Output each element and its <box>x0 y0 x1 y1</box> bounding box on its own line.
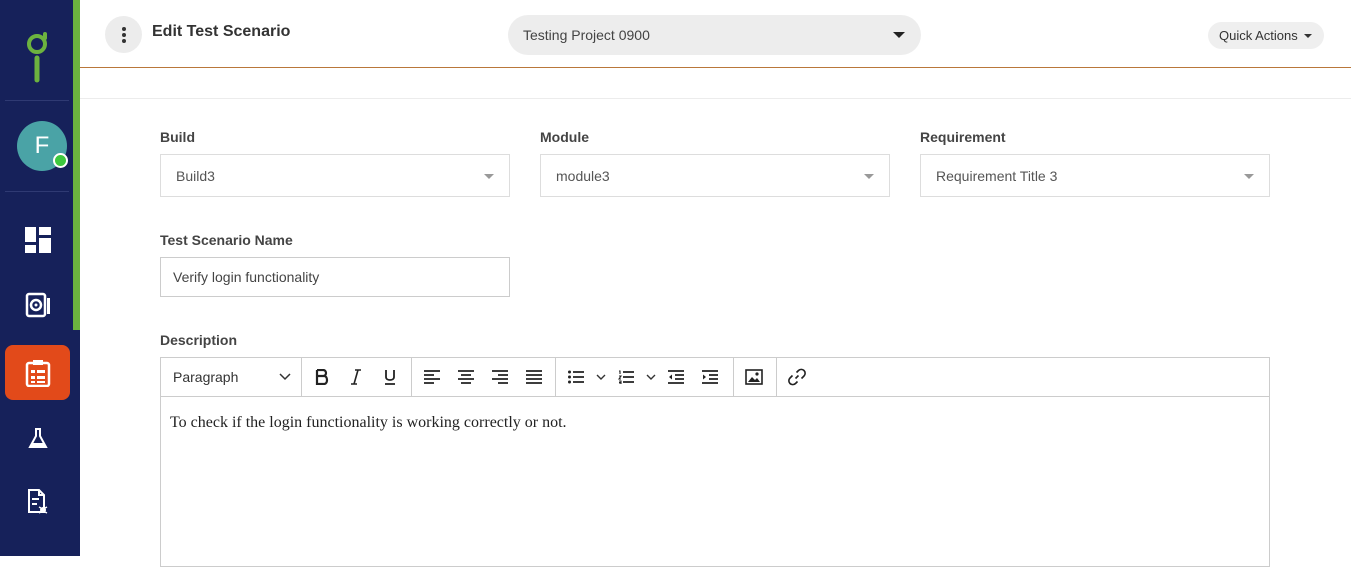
dashboard-icon <box>24 226 51 253</box>
kebab-menu-icon <box>121 26 126 43</box>
increase-indent-button[interactable] <box>693 358 727 396</box>
quick-actions-label: Quick Actions <box>1219 28 1298 43</box>
bulleted-list-icon <box>568 370 584 384</box>
build-select-value: Build3 <box>176 168 215 184</box>
module-select-value: module3 <box>556 168 610 184</box>
chevron-down-icon <box>596 374 606 380</box>
nav-test-scenarios[interactable] <box>5 345 70 400</box>
nav-test-settings[interactable] <box>5 277 70 332</box>
insert-link-button[interactable] <box>780 358 814 396</box>
chevron-down-icon <box>646 374 656 380</box>
description-content[interactable]: To check if the login functionality is w… <box>170 414 567 432</box>
caret-down-icon <box>893 32 905 38</box>
requirement-select[interactable]: Requirement Title 3 <box>920 154 1270 197</box>
section-divider <box>80 98 1351 99</box>
align-left-icon <box>424 370 440 384</box>
bold-button[interactable] <box>305 358 339 396</box>
chevron-down-icon <box>279 373 291 381</box>
bug-report-icon <box>27 488 47 514</box>
requirement-select-value: Requirement Title 3 <box>936 168 1058 184</box>
align-right-icon <box>492 370 508 384</box>
project-select[interactable]: Testing Project 0900 <box>508 15 921 55</box>
scenario-name-input[interactable]: Verify login functionality <box>160 257 510 297</box>
sidebar-divider <box>5 191 69 192</box>
scenario-name-label: Test Scenario Name <box>160 232 293 248</box>
decrease-indent-button[interactable] <box>659 358 693 396</box>
top-header: Edit Test Scenario Testing Project 0900 … <box>80 0 1351 68</box>
build-label: Build <box>160 129 195 145</box>
underline-icon <box>385 370 395 385</box>
indent-icon <box>702 370 718 384</box>
numbered-list-button[interactable] <box>609 358 643 396</box>
align-left-button[interactable] <box>415 358 449 396</box>
quick-actions-button[interactable]: Quick Actions <box>1208 22 1324 49</box>
build-select[interactable]: Build3 <box>160 154 510 197</box>
insert-image-button[interactable] <box>737 358 771 396</box>
align-center-button[interactable] <box>449 358 483 396</box>
link-icon <box>788 368 806 386</box>
bulleted-list-button[interactable] <box>559 358 593 396</box>
description-editor[interactable]: Paragraph To check if the login function… <box>160 357 1270 567</box>
sidebar: F <box>0 0 80 556</box>
align-center-icon <box>458 370 474 384</box>
sidebar-divider <box>5 100 69 101</box>
nav-test-runs[interactable] <box>5 410 70 465</box>
module-label: Module <box>540 129 589 145</box>
more-options-button[interactable] <box>105 16 142 53</box>
numbered-list-icon <box>618 370 634 384</box>
heading-dropdown-value: Paragraph <box>173 369 239 385</box>
app-logo[interactable] <box>22 30 52 90</box>
project-select-value: Testing Project 0900 <box>523 27 650 43</box>
italic-icon <box>351 369 361 385</box>
bold-icon <box>315 369 329 385</box>
sidebar-accent-bar <box>73 0 80 330</box>
page-title: Edit Test Scenario <box>152 23 291 40</box>
module-select[interactable]: module3 <box>540 154 890 197</box>
caret-down-icon <box>484 174 494 179</box>
outdent-icon <box>668 370 684 384</box>
online-status-icon <box>53 153 68 168</box>
caret-down-icon <box>1303 33 1312 38</box>
align-right-button[interactable] <box>483 358 517 396</box>
numbered-list-options-button[interactable] <box>643 358 659 396</box>
heading-dropdown[interactable]: Paragraph <box>161 358 301 396</box>
flask-icon <box>27 427 48 448</box>
caret-down-icon <box>1244 174 1254 179</box>
italic-button[interactable] <box>339 358 373 396</box>
avatar-initial: F <box>34 132 50 159</box>
description-label: Description <box>160 332 238 348</box>
caret-down-icon <box>864 174 874 179</box>
test-scenario-icon <box>25 359 50 387</box>
requirement-label: Requirement <box>920 129 1006 145</box>
image-icon <box>745 369 763 385</box>
nav-dashboard[interactable] <box>5 212 70 267</box>
bulleted-list-options-button[interactable] <box>593 358 609 396</box>
underline-button[interactable] <box>373 358 407 396</box>
align-justify-icon <box>526 370 542 384</box>
nav-bug-reports[interactable] <box>5 474 70 529</box>
editor-toolbar: Paragraph <box>161 358 1269 397</box>
settings-document-icon <box>25 292 50 317</box>
justify-button[interactable] <box>517 358 551 396</box>
